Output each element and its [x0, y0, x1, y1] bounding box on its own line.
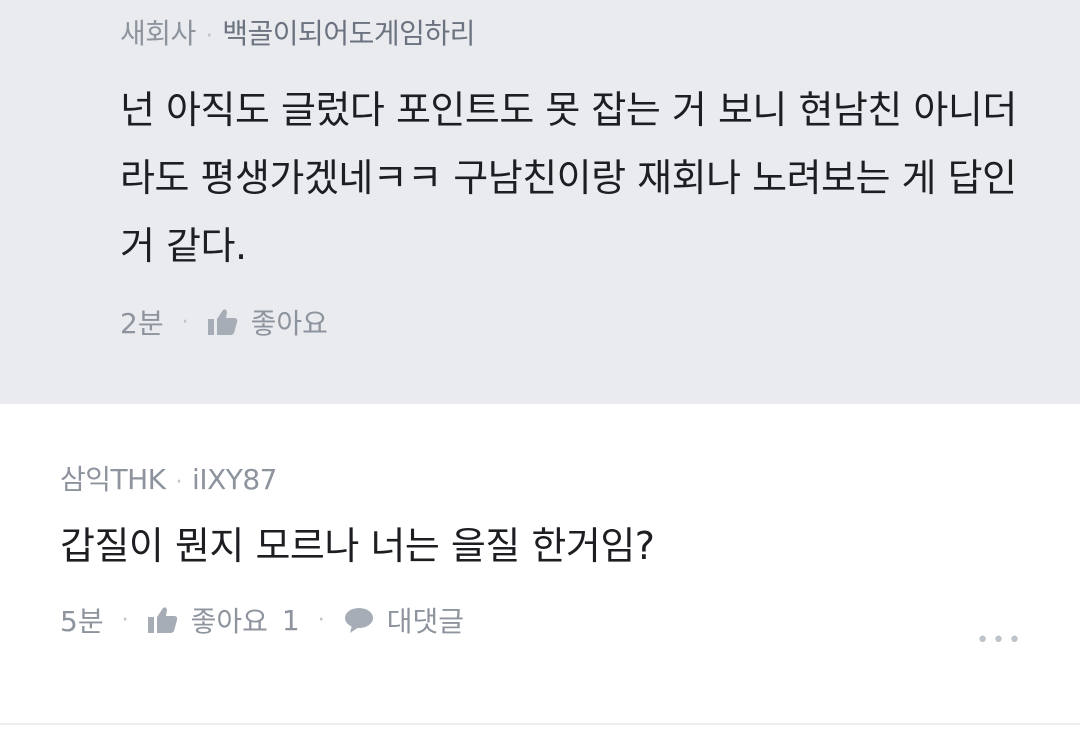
author-name[interactable]: 백골이되어도게임하리: [222, 17, 475, 50]
comment-meta: 2분 · 좋아요: [120, 302, 1040, 342]
comment-text: 넌 아직도 글렀다 포인트도 못 잡는 거 보니 현남친 아니더라도 평생가겠네…: [120, 88, 1017, 268]
comment-time: 5분: [60, 605, 104, 638]
separator-dot: ·: [181, 309, 189, 335]
comment-byline: 새회사 · 백골이되어도게임하리: [120, 0, 1040, 57]
like-label: 좋아요: [190, 605, 268, 638]
comment-time: 2분: [120, 307, 164, 340]
main-comment: 삼익THK · iIXY87 갑질이 뭔지 모르나 너는 을질 한거임? 5분 · …: [0, 404, 1080, 739]
author-affiliation: 새회사: [120, 17, 196, 50]
like-count: 1: [281, 603, 300, 637]
reply-comment: 새회사 · 백골이되어도게임하리 넌 아직도 글렀다 포인트도 못 잡는 거 보니 …: [0, 0, 1080, 404]
comment-meta: 5분 · 좋아요 1 · 대댓글: [60, 600, 1040, 640]
like-button[interactable]: 좋아요 1: [147, 600, 300, 640]
separator-dot: ·: [121, 607, 129, 633]
speech-bubble-icon: [343, 605, 375, 635]
author-name[interactable]: iIXY87: [192, 463, 277, 496]
separator-dot: ·: [175, 470, 183, 495]
more-options-icon[interactable]: •••: [976, 628, 1024, 653]
comment-text: 갑질이 뭔지 모르나 너는 을질 한거임?: [60, 524, 655, 568]
reply-label: 대댓글: [386, 605, 464, 638]
like-button[interactable]: 좋아요: [207, 302, 328, 342]
comment-byline: 삼익THK · iIXY87: [60, 404, 1040, 503]
thumbs-up-icon: [207, 307, 239, 337]
divider: [0, 723, 1080, 725]
separator-dot: ·: [205, 24, 213, 49]
like-label: 좋아요: [250, 307, 328, 340]
reply-button[interactable]: 대댓글: [343, 600, 464, 640]
thumbs-up-icon: [147, 605, 179, 635]
separator-dot: ·: [317, 607, 325, 633]
author-affiliation: 삼익THK: [60, 463, 166, 496]
